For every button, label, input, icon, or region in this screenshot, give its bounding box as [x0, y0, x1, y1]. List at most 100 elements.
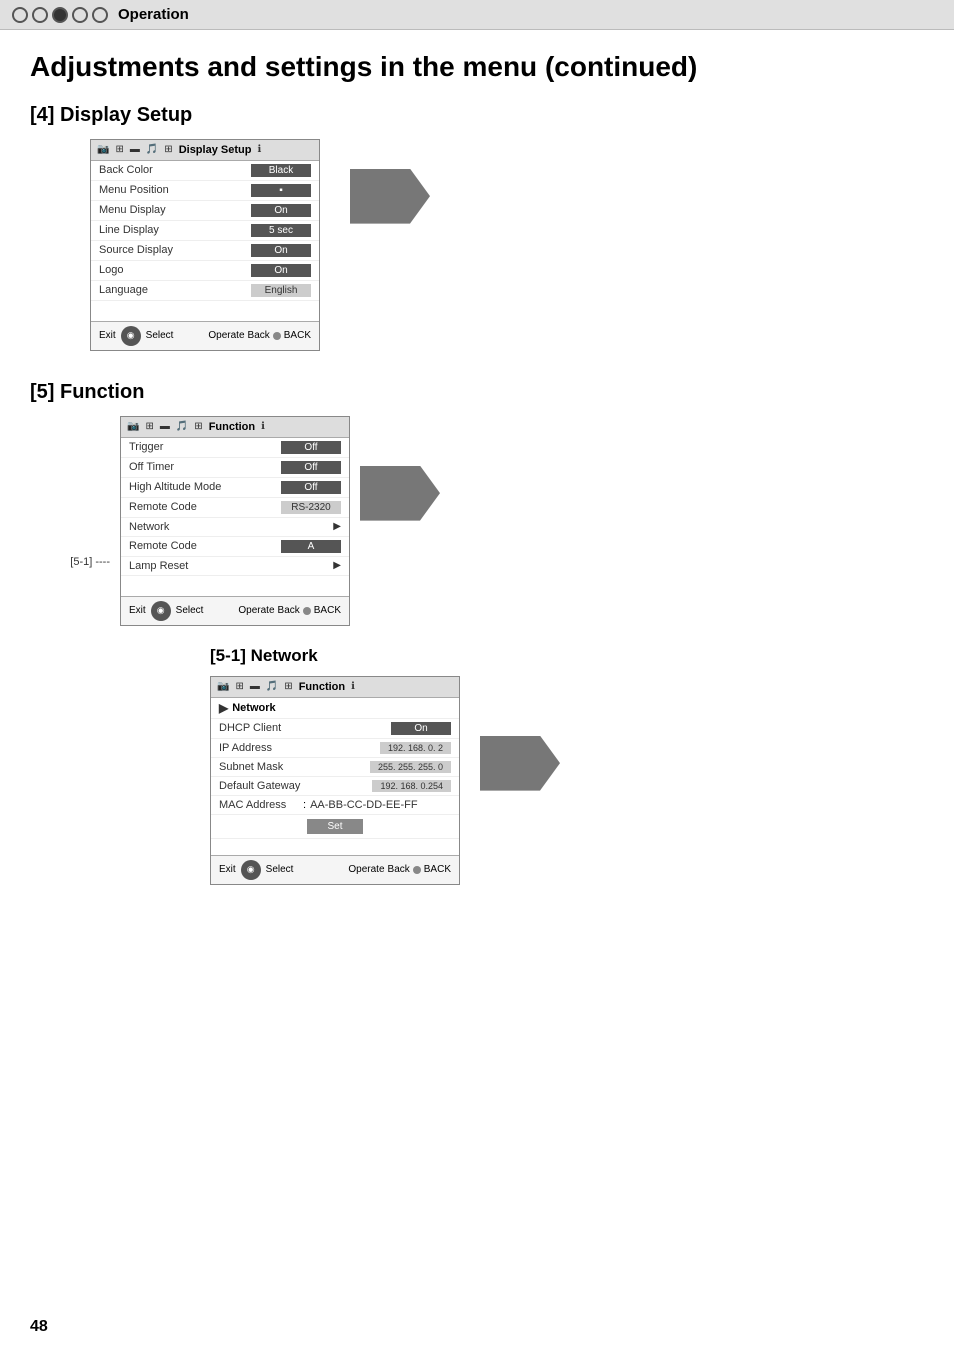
fmenu-icon-1: 📷 — [127, 421, 139, 432]
arrow-text-5: P. 72 — [12, 483, 52, 504]
top-bar-title: Operation — [118, 6, 189, 23]
arrow-text-4: P. 71 — [12, 186, 52, 207]
menu-header-51: 📷 ⊞ ▬ 🎵 ⊞ Function ℹ — [211, 677, 459, 698]
menu-row-trigger: Trigger Off — [121, 438, 349, 458]
sub-section-51-row: 📷 ⊞ ▬ 🎵 ⊞ Function ℹ ▶ Network DHCP — [210, 676, 924, 885]
operate-label: Operate — [208, 330, 244, 341]
label-gateway: Default Gateway — [219, 780, 300, 792]
section-5-title: [5] Function — [30, 381, 924, 404]
value-offtimer: Off — [281, 461, 341, 474]
label-lampreset: Lamp Reset — [129, 560, 188, 572]
back-label: Back — [248, 330, 270, 341]
section-4-row: 📷 ⊞ ▬ 🎵 ⊞ Display Setup ℹ Back Color Bla… — [90, 139, 924, 351]
set-row: Set — [211, 815, 459, 839]
menu-header-5: 📷 ⊞ ▬ 🎵 ⊞ Function ℹ — [121, 417, 349, 438]
value-gateway: 192. 168. 0.254 — [372, 780, 451, 792]
footer51-right: Operate Back BACK — [348, 864, 451, 875]
label-language: Language — [99, 284, 148, 296]
nmenu-icon-4: 🎵 — [266, 681, 278, 692]
footer-right: Operate Back BACK — [208, 330, 311, 341]
page-number: 48 — [30, 1318, 48, 1336]
exit-label: Exit — [99, 330, 116, 341]
value-subnet: 255. 255. 255. 0 — [370, 761, 451, 773]
value-mac: AA-BB-CC-DD-EE-FF — [310, 799, 418, 811]
menu-row-lampreset: Lamp Reset ▶ — [121, 557, 349, 576]
lampreset-arrow: ▶ — [333, 560, 341, 571]
value-dhcp: On — [391, 722, 451, 735]
menu-row-dhcp: DHCP Client On — [211, 719, 459, 739]
menu-row-subnet: Subnet Mask 255. 255. 255. 0 — [211, 758, 459, 777]
back51-dot — [413, 866, 421, 874]
label-sourcedisplay: Source Display — [99, 244, 173, 256]
back-text: BACK — [284, 330, 311, 341]
progress-indicator — [12, 7, 108, 23]
label-menudisplay: Menu Display — [99, 204, 166, 216]
value-menuposition: ▪ — [251, 184, 311, 197]
label-dhcp: DHCP Client — [219, 722, 281, 734]
page-ref-5: P. 72 — [360, 466, 440, 521]
menu-row-logo: Logo On — [91, 261, 319, 281]
menu-row-network: Network ▶ — [121, 518, 349, 537]
page-ref-4: P. 71 — [350, 169, 430, 224]
label-mac: MAC Address — [219, 799, 299, 811]
page-title: Adjustments and settings in the menu (co… — [30, 50, 924, 84]
select-label: Select — [146, 330, 174, 341]
step-1 — [12, 7, 28, 23]
select5-label: Select — [176, 605, 204, 616]
menu-icon-3: ▬ — [130, 144, 140, 155]
menu-row-linedisplay: Line Display 5 sec — [91, 221, 319, 241]
menu-row-gateway: Default Gateway 192. 168. 0.254 — [211, 777, 459, 796]
label-trigger: Trigger — [129, 441, 163, 453]
nmenu-icon-2: ⊞ — [235, 681, 243, 692]
network-header-row: ▶ Network — [211, 698, 459, 719]
arrow-5: P. 72 — [360, 466, 440, 521]
label-remotecode2: Remote Code — [129, 540, 197, 552]
section-4-title: [4] Display Setup — [30, 104, 924, 127]
value-linedisplay: 5 sec — [251, 224, 311, 237]
fmenu-icon-4: 🎵 — [176, 421, 188, 432]
menu-row-remotecode: Remote Code RS-2320 — [121, 498, 349, 518]
main-content: Adjustments and settings in the menu (co… — [0, 30, 954, 935]
sub-section-title: [5-1] Network — [210, 646, 924, 666]
fmenu-title: Function — [209, 421, 255, 433]
operate-circle: ◉ — [121, 326, 141, 346]
operate-circle-5: ◉ — [151, 601, 171, 621]
value-backcolor: Black — [251, 164, 311, 177]
label-logo: Logo — [99, 264, 123, 276]
nmenu-icon-info: ℹ — [351, 681, 355, 692]
value-altitude: Off — [281, 481, 341, 494]
sub-section-51: [5-1] Network 📷 ⊞ ▬ 🎵 ⊞ Function ℹ — [30, 646, 924, 885]
step-2 — [32, 7, 48, 23]
menu-icon-4: 🎵 — [146, 144, 158, 155]
footer5-right: Operate Back BACK — [238, 605, 341, 616]
operate-circle-51: ◉ — [241, 860, 261, 880]
spacer3 — [211, 839, 459, 855]
value-remotecode: RS-2320 — [281, 501, 341, 514]
footer51-left: Exit ◉ Select — [219, 860, 293, 880]
menu-header: 📷 ⊞ ▬ 🎵 ⊞ Display Setup ℹ — [91, 140, 319, 161]
label-ipaddress: IP Address — [219, 742, 272, 754]
menu-row-mac: MAC Address : AA-BB-CC-DD-EE-FF — [211, 796, 459, 815]
menu-icon-5: ⊞ — [164, 144, 172, 155]
menu-row-offtimer: Off Timer Off — [121, 458, 349, 478]
arrow-right-icon: ▶ — [219, 701, 228, 715]
menu-row-backcolor: Back Color Black — [91, 161, 319, 181]
operate5-label: Operate — [238, 605, 274, 616]
section-4: [4] Display Setup 📷 ⊞ ▬ 🎵 ⊞ Display Setu… — [30, 104, 924, 351]
nmenu-icon-5: ⊞ — [284, 681, 292, 692]
menu-row-menudisplay: Menu Display On — [91, 201, 319, 221]
label-altitude: High Altitude Mode — [129, 481, 221, 493]
nmenu-icon-3: ▬ — [250, 681, 260, 692]
set-button[interactable]: Set — [307, 819, 362, 834]
display-setup-menu: 📷 ⊞ ▬ 🎵 ⊞ Display Setup ℹ Back Color Bla… — [90, 139, 320, 351]
spacer2 — [121, 576, 349, 596]
label-remotecode: Remote Code — [129, 501, 197, 513]
nmenu-title: Function — [299, 681, 345, 693]
back5-dot — [303, 607, 311, 615]
label-network: Network — [129, 521, 169, 533]
network-menu: 📷 ⊞ ▬ 🎵 ⊞ Function ℹ ▶ Network DHCP — [210, 676, 460, 885]
menu-footer-4: Exit ◉ Select Operate Back BACK — [91, 321, 319, 350]
fmenu-icon-info: ℹ — [261, 421, 265, 432]
menu-icon-info: ℹ — [257, 144, 261, 155]
value-remotecode2: A — [281, 540, 341, 553]
